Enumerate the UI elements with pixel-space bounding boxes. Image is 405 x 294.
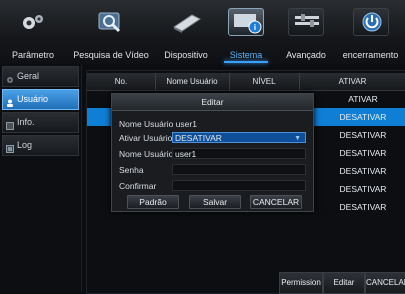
sidebar-item-geral[interactable]: Geral [2,66,79,87]
sidebar-item-label: Usuário [17,94,49,104]
permission-button[interactable]: Permission [279,272,323,294]
row-status: ATIVAR [348,94,378,104]
column-header-user-name: Nome Usuário [155,73,230,90]
cancel-button[interactable]: CANCELAR [365,272,405,294]
user-name-field[interactable]: user1 [172,148,306,159]
active-tab-indicator [224,61,268,63]
tab-sistema[interactable]: i Sistema [216,0,276,64]
column-header-level: NÍVEL [229,73,300,90]
password-label: Senha [119,165,144,175]
default-button[interactable]: Padrão [127,195,179,209]
activate-user-select[interactable]: DESATIVAR ▼ [172,132,306,143]
advanced-icon [288,8,324,36]
tab-label: encerramento [342,50,399,60]
power-icon [352,8,389,36]
tab-parametro[interactable]: Parâmetro [0,0,66,64]
sidebar-item-log[interactable]: Log [2,135,79,156]
search-video-icon [93,8,129,36]
column-header-no: No. [87,73,156,90]
sidebar-item-label: Info. [17,117,35,127]
edit-user-dialog: Editar Nome Usuário user1 Ativar Usuário… [111,93,314,212]
row-status: DESATIVAR [339,148,387,158]
dialog-user-line: Nome Usuário user1 [119,119,197,129]
sidebar-item-info[interactable]: Info. [2,112,79,133]
tab-label: Sistema [229,50,263,60]
hard-drive-icon [168,8,204,36]
top-navigation: Parâmetro Pesquisa de Vídeo Dispositivo … [0,0,405,64]
log-icon [6,141,14,153]
sidebar-item-label: Geral [17,71,40,81]
user-name-label: Nome Usuário [119,149,174,159]
sidebar-item-label: Log [17,140,33,150]
gear-icon [15,8,51,36]
chevron-down-icon: ▼ [294,135,301,142]
row-status: DESATIVAR [339,184,387,194]
edit-button[interactable]: Editar [323,272,365,294]
sidebar-item-usuario[interactable]: Usuário [2,89,79,110]
info-icon [6,118,14,130]
user-name-value: user1 [175,149,197,159]
tab-label: Dispositivo [164,50,208,60]
tab-encerramento[interactable]: encerramento [336,0,405,64]
row-status: DESATIVAR [339,202,387,212]
dialog-cancel-button[interactable]: CANCELAR [250,195,302,209]
row-status: DESATIVAR [339,130,387,140]
tab-label: Avançado [286,50,326,60]
activate-user-label: Ativar Usuário [119,133,173,143]
tab-dispositivo[interactable]: Dispositivo [156,0,216,64]
tab-avancado[interactable]: Avançado [276,0,336,64]
sidebar: Geral Usuário Info. Log [0,64,82,292]
gear-icon [6,72,14,83]
table-header: No. Nome Usuário NÍVEL ATIVAR [87,73,405,91]
save-button[interactable]: Salvar [189,195,241,209]
svg-text:i: i [254,23,256,32]
tab-label: Parâmetro [11,50,55,60]
password-field[interactable] [172,164,306,175]
tab-pesquisa-video[interactable]: Pesquisa de Vídeo [66,0,156,64]
tab-label: Pesquisa de Vídeo [73,50,149,60]
row-status: DESATIVAR [339,112,387,122]
system-info-icon: i [228,8,264,36]
dialog-title: Editar [112,94,313,111]
column-header-activate: ATIVAR [338,77,367,86]
row-status: DESATIVAR [339,166,387,176]
confirm-password-label: Confirmar [119,181,157,191]
confirm-password-field[interactable] [172,180,306,191]
user-icon [6,95,14,107]
activate-user-value: DESATIVAR [175,133,222,143]
